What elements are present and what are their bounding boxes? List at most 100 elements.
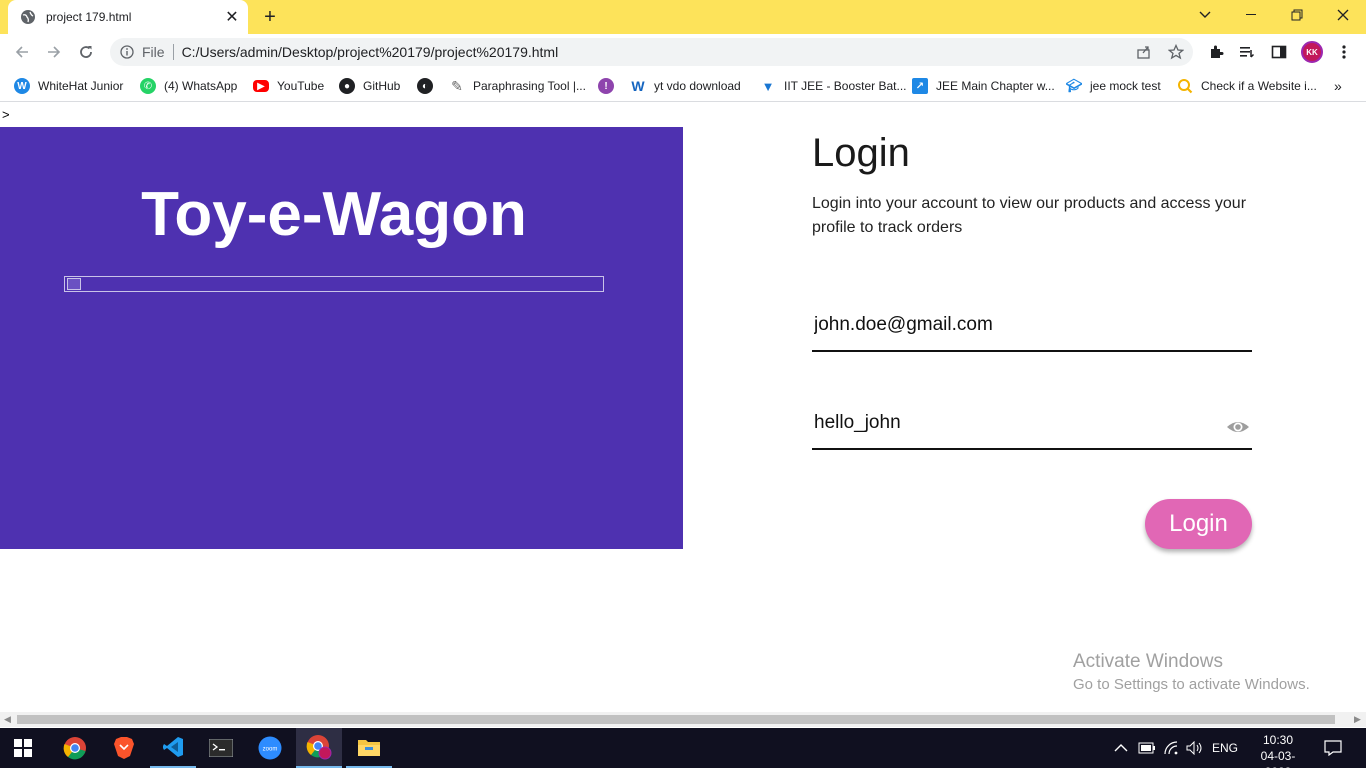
chart-icon: ↗ xyxy=(912,78,928,94)
broken-image xyxy=(64,276,604,292)
tab-strip: project 179.html ✕ + xyxy=(0,0,1366,34)
address-bar[interactable]: File C:/Users/admin/Desktop/project%2017… xyxy=(110,38,1193,66)
file-explorer-icon[interactable] xyxy=(346,728,392,768)
bookmark-label: Check if a Website i... xyxy=(1201,79,1317,93)
broken-image-icon xyxy=(67,278,81,290)
hero-panel: Toy-e-Wagon xyxy=(0,127,683,549)
password-field[interactable] xyxy=(812,402,1252,450)
purple-circle-icon: ! xyxy=(598,78,614,94)
reload-icon[interactable] xyxy=(74,40,98,64)
close-tab-icon[interactable]: ✕ xyxy=(222,7,242,27)
activate-windows-subtitle: Go to Settings to activate Windows. xyxy=(1073,676,1310,693)
forward-arrow-icon[interactable] xyxy=(42,40,66,64)
password-input[interactable] xyxy=(814,412,1214,434)
funnel-icon: ▼ xyxy=(761,78,775,94)
bookmark-label: (4) WhatsApp xyxy=(164,79,238,93)
youtube-icon: ▶ xyxy=(253,80,269,92)
chrome-profile-icon[interactable] xyxy=(296,728,342,768)
bookmark-label: Paraphrasing Tool |... xyxy=(473,79,586,93)
chrome-icon[interactable] xyxy=(52,728,98,768)
new-tab-button[interactable]: + xyxy=(258,5,282,29)
close-window-icon[interactable] xyxy=(1320,0,1366,30)
email-field[interactable] xyxy=(812,304,1252,352)
scroll-left-arrow-icon[interactable]: ◀ xyxy=(4,714,11,725)
back-arrow-icon[interactable] xyxy=(10,40,34,64)
bookmark-jee-mock-test[interactable]: 🎓︎ jee mock test xyxy=(1066,76,1161,96)
start-icon[interactable] xyxy=(0,728,46,768)
magnifier-icon xyxy=(1177,78,1193,94)
quill-icon: ✎ xyxy=(451,77,463,94)
url-separator xyxy=(172,44,174,60)
login-heading: Login xyxy=(812,131,910,175)
more-bookmarks-chevron-icon[interactable]: » xyxy=(1334,78,1342,94)
bookmark-label: JEE Main Chapter w... xyxy=(936,79,1055,93)
reading-list-icon[interactable] xyxy=(1235,40,1259,64)
activate-windows-title: Activate Windows xyxy=(1073,651,1223,672)
wifi-icon[interactable] xyxy=(1163,728,1179,768)
language-indicator[interactable]: ENG xyxy=(1212,728,1238,768)
zoom-icon[interactable]: zoom xyxy=(247,728,293,768)
tab-title: project 179.html xyxy=(46,10,132,24)
show-hidden-icons-chevron-icon[interactable] xyxy=(1114,728,1128,768)
bookmark-youtube[interactable]: ▶ YouTube xyxy=(253,76,324,96)
bookmark-label: GitHub xyxy=(363,79,401,93)
bookmark-iit-jee-booster[interactable]: ▼ IIT JEE - Booster Bat... xyxy=(760,76,907,96)
info-icon[interactable] xyxy=(118,43,136,61)
bookmark-check-website[interactable]: Check if a Website i... xyxy=(1177,76,1317,96)
bookmark-jee-main-chapter[interactable]: ↗ JEE Main Chapter w... xyxy=(912,76,1055,96)
page-content: > Toy-e-Wagon Login Login into your acco… xyxy=(0,103,1366,712)
stray-text: > xyxy=(2,107,10,122)
bookmark-paraphrasing-tool[interactable]: ✎ Paraphrasing Tool |... xyxy=(449,76,586,96)
extensions-puzzle-icon[interactable] xyxy=(1204,40,1228,64)
w-icon: W xyxy=(631,78,645,94)
bookmark-whatsapp[interactable]: ✆ (4) WhatsApp xyxy=(140,76,237,96)
brand-title: Toy-e-Wagon xyxy=(141,180,527,249)
email-input[interactable] xyxy=(814,314,1214,336)
kebab-menu-icon[interactable] xyxy=(1332,40,1356,64)
share-icon[interactable] xyxy=(1134,42,1154,62)
bookmark-label: YouTube xyxy=(277,79,325,93)
tab-project-179[interactable]: project 179.html ✕ xyxy=(8,0,248,34)
browser-toolbar: File C:/Users/admin/Desktop/project%2017… xyxy=(0,34,1366,70)
side-panel-icon[interactable] xyxy=(1267,40,1291,64)
svg-text:zoom: zoom xyxy=(263,747,278,753)
battery-icon[interactable] xyxy=(1138,728,1156,768)
clock[interactable]: 10:30 04-03-2023 xyxy=(1250,732,1306,768)
bookmark-globe[interactable]: ◐ xyxy=(417,76,441,96)
login-description: Login into your account to view our prod… xyxy=(812,195,1247,236)
clock-time: 10:30 xyxy=(1262,733,1294,747)
login-button[interactable]: Login xyxy=(1145,499,1252,549)
star-bookmark-icon[interactable] xyxy=(1166,42,1186,62)
bookmark-label: jee mock test xyxy=(1090,79,1161,93)
whitehat-icon: W xyxy=(14,78,30,94)
scrollbar-thumb[interactable] xyxy=(17,715,1335,724)
terminal-icon[interactable] xyxy=(198,728,244,768)
profile-avatar[interactable]: KK xyxy=(1301,41,1323,63)
whatsapp-icon: ✆ xyxy=(140,78,156,94)
horizontal-scrollbar[interactable]: ◀ ▶ xyxy=(0,712,1366,727)
bookmarks-bar: W WhiteHat Junior ✆ (4) WhatsApp ▶ YouTu… xyxy=(0,70,1366,102)
bookmark-purple[interactable]: ! xyxy=(598,76,622,96)
url-text[interactable]: C:/Users/admin/Desktop/project%20179/pro… xyxy=(182,44,559,60)
bookmark-github[interactable]: ● GitHub xyxy=(339,76,400,96)
bookmark-label: yt vdo download xyxy=(654,79,741,93)
eye-icon[interactable] xyxy=(1226,418,1250,436)
globe-icon xyxy=(20,9,36,25)
windows-taskbar: zoom ENG 10:30 04-03-2023 xyxy=(0,728,1366,768)
scroll-right-arrow-icon[interactable]: ▶ xyxy=(1354,714,1361,725)
volume-icon[interactable] xyxy=(1186,728,1204,768)
minimize-icon[interactable] xyxy=(1228,0,1274,30)
clock-date: 04-03-2023 xyxy=(1260,749,1296,768)
vscode-icon[interactable] xyxy=(150,728,196,768)
tab-search-icon[interactable] xyxy=(1182,0,1228,30)
bookmark-label: IIT JEE - Booster Bat... xyxy=(784,79,907,93)
brave-icon[interactable] xyxy=(101,728,147,768)
mortarboard-icon: 🎓︎ xyxy=(1065,78,1083,93)
notification-icon[interactable] xyxy=(1324,728,1342,768)
bookmark-whitehat-junior[interactable]: W WhiteHat Junior xyxy=(14,76,123,96)
restore-icon[interactable] xyxy=(1274,0,1320,30)
github-icon: ● xyxy=(339,78,355,94)
bookmark-label: WhiteHat Junior xyxy=(38,79,124,93)
url-scheme: File xyxy=(142,44,165,60)
bookmark-yt-vdo-download[interactable]: W yt vdo download xyxy=(630,76,741,96)
